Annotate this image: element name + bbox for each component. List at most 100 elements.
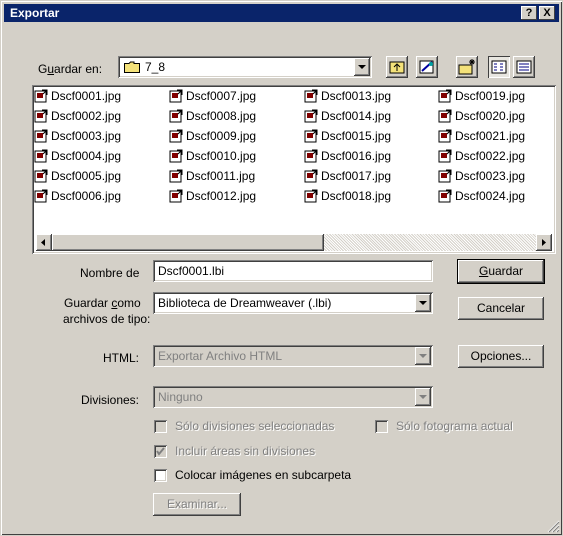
file-item[interactable]: Dscf0018.jpg	[304, 188, 391, 205]
file-item[interactable]: Dscf0014.jpg	[304, 108, 391, 125]
file-item[interactable]: Dscf0016.jpg	[304, 148, 391, 165]
browse-button[interactable]: Examinar...	[153, 493, 241, 516]
file-name: Dscf0022.jpg	[455, 149, 526, 163]
folder-icon	[124, 61, 140, 73]
file-name: Dscf0003.jpg	[51, 129, 122, 143]
dropdown-arrow-icon[interactable]	[415, 294, 431, 312]
jpg-file-icon	[438, 129, 452, 143]
current-frame-label: Sólo fotograma actual	[396, 419, 513, 433]
scroll-right-button[interactable]	[536, 234, 552, 251]
jpg-file-icon	[438, 189, 452, 203]
filetype-label: Guardar como	[64, 296, 141, 310]
file-name: Dscf0018.jpg	[321, 189, 392, 203]
file-item[interactable]: Dscf0020.jpg	[438, 108, 525, 125]
file-name: Dscf0012.jpg	[186, 189, 257, 203]
file-name: Dscf0004.jpg	[51, 149, 122, 163]
file-item[interactable]: Dscf0007.jpg	[169, 88, 256, 105]
filename-input[interactable]: Dscf0001.lbi	[153, 260, 433, 282]
list-view-icon	[491, 60, 507, 74]
jpg-file-icon	[438, 149, 452, 163]
file-item[interactable]: Dscf0013.jpg	[304, 88, 391, 105]
horizontal-scrollbar[interactable]	[36, 234, 552, 251]
file-item[interactable]: Dscf0017.jpg	[304, 168, 391, 185]
file-name: Dscf0021.jpg	[455, 129, 526, 143]
file-item[interactable]: Dscf0012.jpg	[169, 188, 256, 205]
file-item[interactable]: Dscf0008.jpg	[169, 108, 256, 125]
up-folder-icon	[389, 61, 405, 74]
file-item[interactable]: Dscf0024.jpg	[438, 188, 525, 205]
file-name: Dscf0013.jpg	[321, 89, 392, 103]
scroll-thumb[interactable]	[52, 234, 324, 251]
file-item[interactable]: Dscf0003.jpg	[34, 128, 121, 145]
html-value: Exportar Archivo HTML	[158, 349, 283, 363]
help-icon: ?	[525, 7, 533, 19]
file-item[interactable]: Dscf0019.jpg	[438, 88, 525, 105]
file-item[interactable]: Dscf0022.jpg	[438, 148, 525, 165]
new-folder-icon	[458, 59, 475, 75]
file-name: Dscf0001.jpg	[51, 89, 122, 103]
file-item[interactable]: Dscf0001.jpg	[34, 88, 121, 105]
file-name: Dscf0023.jpg	[455, 169, 526, 183]
file-name: Dscf0009.jpg	[186, 129, 257, 143]
scroll-left-button[interactable]	[36, 234, 52, 251]
selected-slices-label: Sólo divisiones seleccionadas	[175, 419, 335, 433]
subfolder-checkbox[interactable]	[154, 469, 167, 482]
export-dialog: Exportar ? X Guardar en: 7_8 Dscf0001.jp…	[0, 0, 563, 536]
divisions-select[interactable]: Ninguno	[153, 386, 433, 408]
divisions-label: Divisiones:	[81, 393, 140, 407]
html-select[interactable]: Exportar Archivo HTML	[153, 345, 433, 367]
dropdown-arrow-icon[interactable]	[415, 347, 431, 365]
jpg-file-icon	[34, 129, 48, 143]
file-item[interactable]: Dscf0006.jpg	[34, 188, 121, 205]
jpg-file-icon	[304, 169, 318, 183]
jpg-file-icon	[304, 109, 318, 123]
desktop-button[interactable]	[416, 56, 438, 78]
window-title: Exportar	[10, 6, 60, 20]
dropdown-arrow-icon[interactable]	[354, 58, 370, 76]
jpg-file-icon	[34, 109, 48, 123]
file-item[interactable]: Dscf0005.jpg	[34, 168, 121, 185]
current-frame-checkbox[interactable]	[375, 420, 388, 433]
file-name: Dscf0016.jpg	[321, 149, 392, 163]
details-view-button[interactable]	[513, 56, 535, 78]
help-button[interactable]: ?	[521, 6, 537, 20]
file-item[interactable]: Dscf0004.jpg	[34, 148, 121, 165]
close-button[interactable]: X	[539, 6, 555, 20]
resize-grip-icon[interactable]	[547, 520, 560, 533]
dropdown-arrow-icon[interactable]	[415, 388, 431, 406]
file-list: Dscf0001.jpg Dscf0002.jpg Dscf0003.jpg Dscf…	[34, 88, 554, 253]
title-bar[interactable]: Exportar ? X	[4, 4, 559, 22]
save-in-value: 7_8	[145, 60, 166, 74]
file-item[interactable]: Dscf0010.jpg	[169, 148, 256, 165]
filetype-value: Biblioteca de Dreamweaver (.lbi)	[158, 296, 332, 310]
cancel-button[interactable]: Cancelar	[458, 297, 544, 320]
file-name: Dscf0008.jpg	[186, 109, 257, 123]
desktop-icon	[419, 60, 434, 74]
file-item[interactable]: Dscf0009.jpg	[169, 128, 256, 145]
jpg-file-icon	[304, 89, 318, 103]
file-name: Dscf0007.jpg	[186, 89, 257, 103]
save-button[interactable]: Guardar	[458, 260, 544, 283]
filetype-select[interactable]: Biblioteca de Dreamweaver (.lbi)	[153, 292, 433, 314]
selected-slices-checkbox[interactable]	[154, 420, 167, 433]
save-in-combo[interactable]: 7_8	[118, 56, 372, 78]
include-areas-checkbox[interactable]	[154, 445, 167, 458]
file-name: Dscf0011.jpg	[186, 169, 256, 183]
file-item[interactable]: Dscf0015.jpg	[304, 128, 391, 145]
jpg-file-icon	[438, 89, 452, 103]
close-icon: X	[543, 7, 551, 19]
file-item[interactable]: Dscf0002.jpg	[34, 108, 121, 125]
file-item[interactable]: Dscf0011.jpg	[169, 168, 255, 185]
details-view-icon	[516, 60, 532, 74]
file-name: Dscf0017.jpg	[321, 169, 392, 183]
file-item[interactable]: Dscf0023.jpg	[438, 168, 525, 185]
jpg-file-icon	[304, 189, 318, 203]
up-folder-button[interactable]	[386, 56, 408, 78]
file-name: Dscf0002.jpg	[51, 109, 122, 123]
jpg-file-icon	[34, 149, 48, 163]
filetype-label-line2: archivos de tipo:	[63, 312, 151, 326]
new-folder-button[interactable]	[456, 56, 478, 78]
list-view-button[interactable]	[488, 56, 510, 78]
options-button[interactable]: Opciones...	[458, 345, 544, 368]
file-item[interactable]: Dscf0021.jpg	[438, 128, 525, 145]
